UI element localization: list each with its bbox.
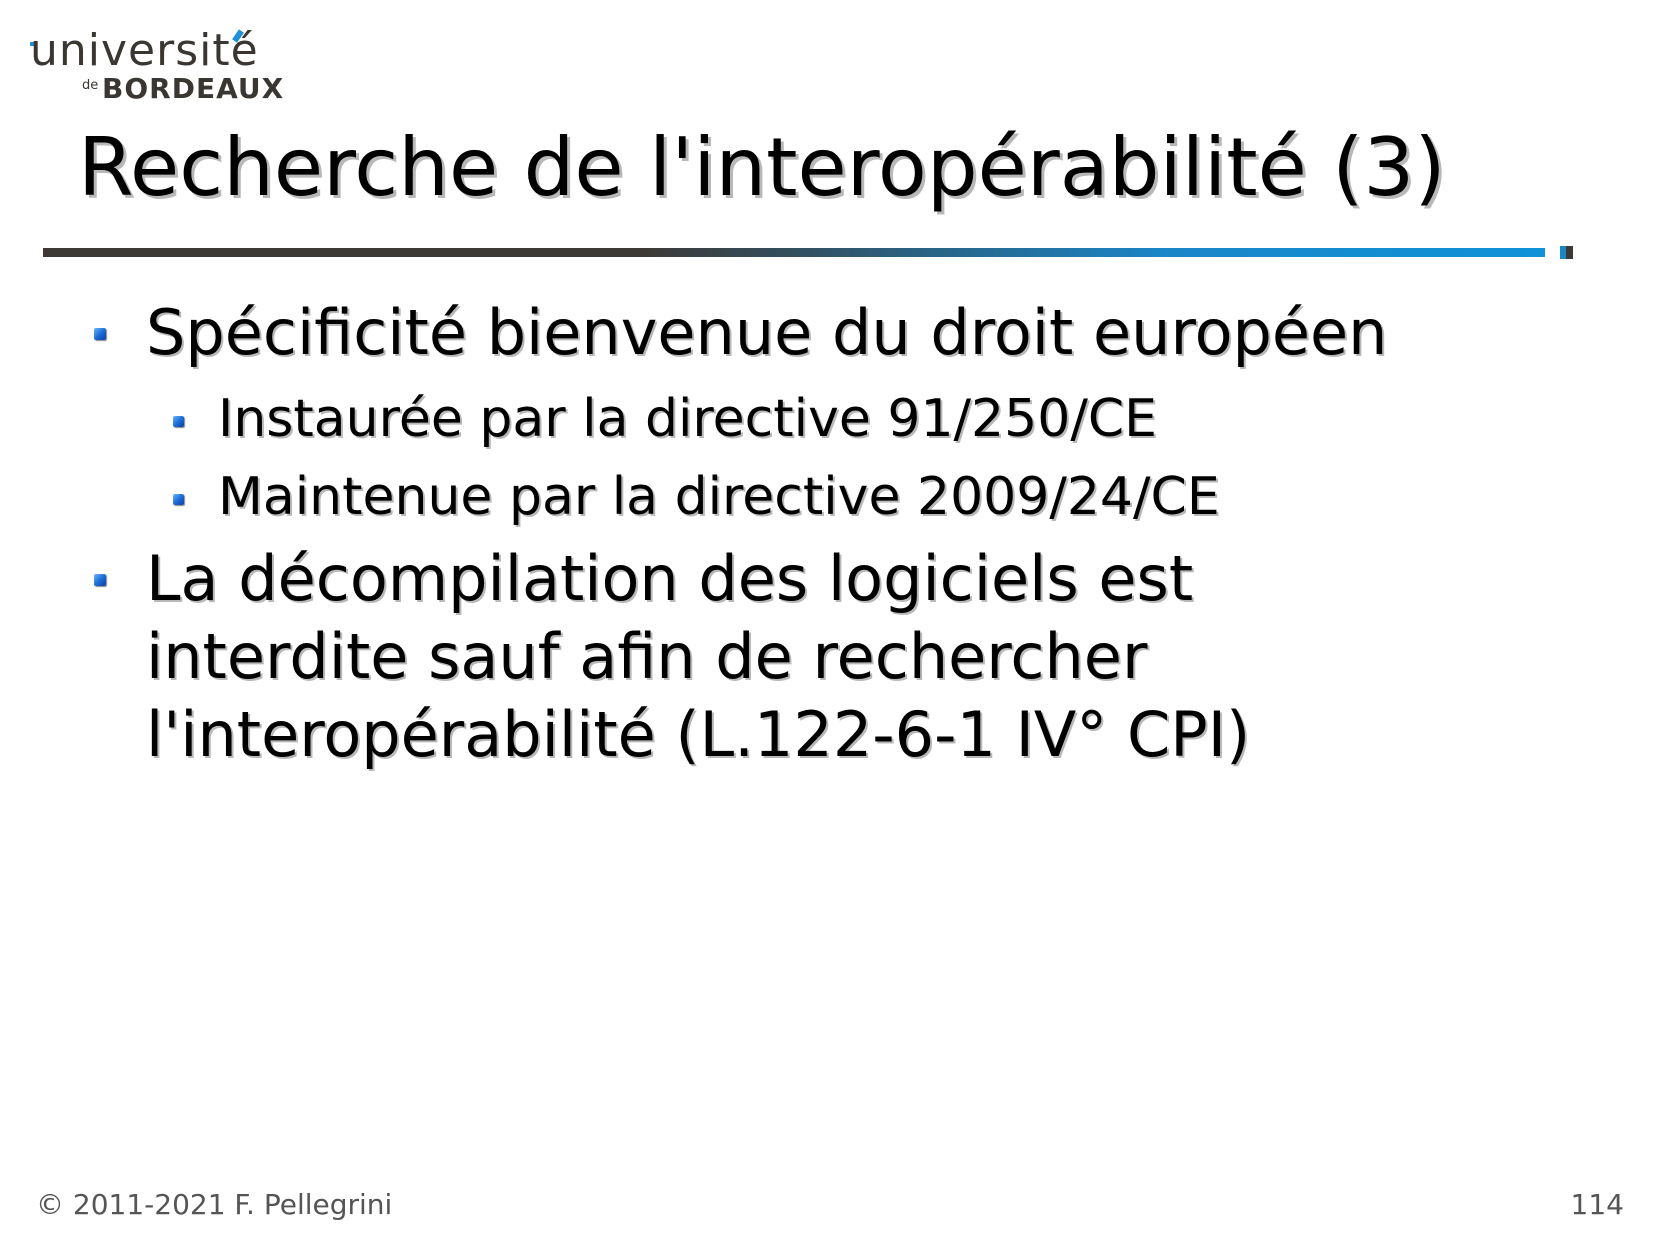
bullet-icon [94,328,106,340]
bullet-item-line: l'interopérabilité (L.122-6-1 IV° CPI) [146,698,1251,771]
title-divider [43,248,1545,257]
bullet-icon [173,494,184,505]
logo-de-text: de [82,78,99,93]
footer-page-number: 114 [1570,1188,1624,1221]
logo-universite-text: université [30,25,259,76]
bullet-icon [94,574,106,586]
sub-bullet-item: Instaurée par la directive 91/250/CE [218,389,1157,449]
logo-bordeaux-text: BORDEAUX [102,72,285,105]
sub-bullet-item: Maintenue par la directive 2009/24/CE [218,467,1220,527]
slide-title: Recherche de l'interopérabilité (3) [78,121,1446,214]
bullet-item: Spécificité bienvenue du droit européen [146,296,1388,369]
footer-copyright: © 2011-2021 F. Pellegrini [36,1188,393,1221]
divider-end-icon [1560,246,1573,259]
bullet-item-line: La décompilation des logiciels est [146,542,1194,615]
university-logo: université de BORDEAUX [30,25,283,106]
bullet-item-line: interdite sauf afin de rechercher [146,620,1148,693]
bullet-icon [173,416,184,427]
